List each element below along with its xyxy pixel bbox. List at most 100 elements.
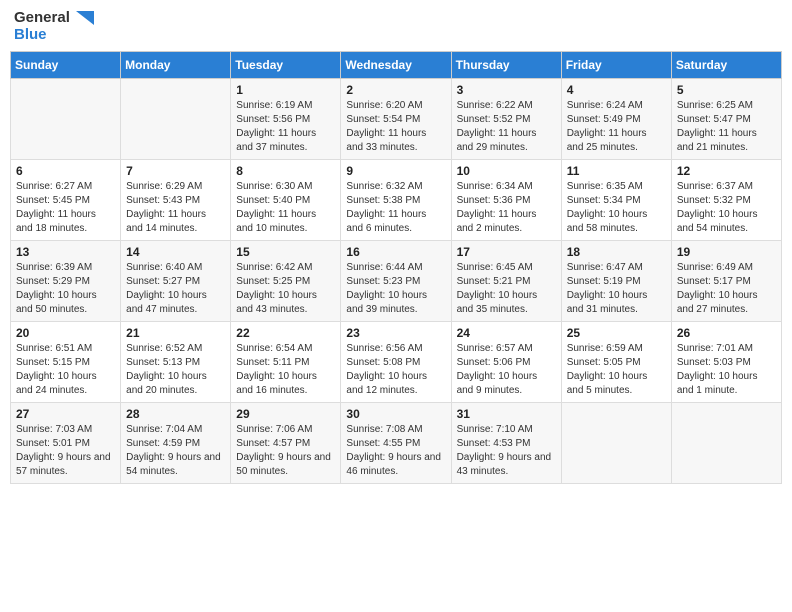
logo-text: General Blue: [14, 10, 94, 43]
day-info: Sunrise: 6:42 AM Sunset: 5:25 PM Dayligh…: [236, 261, 335, 317]
calendar-row: 13 Sunrise: 6:39 AM Sunset: 5:29 PM Dayli…: [11, 241, 782, 322]
day-info: Sunrise: 7:10 AM Sunset: 4:53 PM Dayligh…: [457, 423, 556, 479]
calendar-cell: 6 Sunrise: 6:27 AM Sunset: 5:45 PM Daylig…: [11, 160, 121, 241]
day-info: Sunrise: 6:32 AM Sunset: 5:38 PM Dayligh…: [346, 180, 445, 236]
calendar-cell: 1Sunrise: 6:19 AM Sunset: 5:56 PM Daylig…: [231, 79, 341, 160]
weekday-header-cell: Friday: [561, 52, 671, 79]
day-number: 2: [346, 83, 445, 97]
calendar-cell: 15 Sunrise: 6:42 AM Sunset: 5:25 PM Dayli…: [231, 241, 341, 322]
day-info: Sunrise: 6:34 AM Sunset: 5:36 PM Dayligh…: [457, 180, 556, 236]
calendar-cell: 2 Sunrise: 6:20 AM Sunset: 5:54 PM Daylig…: [341, 79, 451, 160]
day-number: 29: [236, 407, 335, 421]
day-info: Sunrise: 6:40 AM Sunset: 5:27 PM Dayligh…: [126, 261, 225, 317]
calendar-cell: 8 Sunrise: 6:30 AM Sunset: 5:40 PM Daylig…: [231, 160, 341, 241]
day-number: 31: [457, 407, 556, 421]
day-number: 25: [567, 326, 666, 340]
day-info: Sunrise: 6:22 AM Sunset: 5:52 PM Dayligh…: [457, 99, 556, 155]
day-number: 3: [457, 83, 556, 97]
day-info: Sunrise: 6:45 AM Sunset: 5:21 PM Dayligh…: [457, 261, 556, 317]
calendar-cell: 14 Sunrise: 6:40 AM Sunset: 5:27 PM Dayli…: [121, 241, 231, 322]
calendar-cell: 11 Sunrise: 6:35 AM Sunset: 5:34 PM Dayli…: [561, 160, 671, 241]
calendar-cell: 26 Sunrise: 7:01 AM Sunset: 5:03 PM Dayli…: [671, 322, 781, 403]
calendar-cell: [121, 79, 231, 160]
calendar-cell: 30 Sunrise: 7:08 AM Sunset: 4:55 PM Dayli…: [341, 403, 451, 484]
day-number: 21: [126, 326, 225, 340]
day-info: Sunrise: 6:54 AM Sunset: 5:11 PM Dayligh…: [236, 342, 335, 398]
weekday-header-cell: Sunday: [11, 52, 121, 79]
day-info: Sunrise: 7:06 AM Sunset: 4:57 PM Dayligh…: [236, 423, 335, 479]
day-info: Sunrise: 6:20 AM Sunset: 5:54 PM Dayligh…: [346, 99, 445, 155]
calendar-row: 20 Sunrise: 6:51 AM Sunset: 5:15 PM Dayli…: [11, 322, 782, 403]
calendar-row: 6 Sunrise: 6:27 AM Sunset: 5:45 PM Daylig…: [11, 160, 782, 241]
day-number: 12: [677, 164, 776, 178]
calendar-cell: 3 Sunrise: 6:22 AM Sunset: 5:52 PM Daylig…: [451, 79, 561, 160]
weekday-header-row: SundayMondayTuesdayWednesdayThursdayFrid…: [11, 52, 782, 79]
day-info: Sunrise: 6:59 AM Sunset: 5:05 PM Dayligh…: [567, 342, 666, 398]
calendar-cell: 24Sunrise: 6:57 AM Sunset: 5:06 PM Dayli…: [451, 322, 561, 403]
weekday-header-cell: Wednesday: [341, 52, 451, 79]
day-info: Sunrise: 6:35 AM Sunset: 5:34 PM Dayligh…: [567, 180, 666, 236]
calendar-cell: 17 Sunrise: 6:45 AM Sunset: 5:21 PM Dayli…: [451, 241, 561, 322]
calendar-body: 1Sunrise: 6:19 AM Sunset: 5:56 PM Daylig…: [11, 79, 782, 484]
calendar-cell: 18Sunrise: 6:47 AM Sunset: 5:19 PM Dayli…: [561, 241, 671, 322]
day-info: Sunrise: 6:44 AM Sunset: 5:23 PM Dayligh…: [346, 261, 445, 317]
calendar-row: 27 Sunrise: 7:03 AM Sunset: 5:01 PM Dayli…: [11, 403, 782, 484]
calendar-cell: [561, 403, 671, 484]
calendar-cell: 16Sunrise: 6:44 AM Sunset: 5:23 PM Dayli…: [341, 241, 451, 322]
page-header: General Blue: [10, 10, 782, 43]
logo: General Blue: [14, 10, 94, 43]
logo-arrow-icon: [76, 11, 94, 25]
calendar-cell: 7Sunrise: 6:29 AM Sunset: 5:43 PM Daylig…: [121, 160, 231, 241]
day-number: 7: [126, 164, 225, 178]
day-info: Sunrise: 6:37 AM Sunset: 5:32 PM Dayligh…: [677, 180, 776, 236]
day-info: Sunrise: 7:01 AM Sunset: 5:03 PM Dayligh…: [677, 342, 776, 398]
day-number: 27: [16, 407, 115, 421]
calendar-table: SundayMondayTuesdayWednesdayThursdayFrid…: [10, 51, 782, 484]
day-number: 20: [16, 326, 115, 340]
calendar-cell: 22 Sunrise: 6:54 AM Sunset: 5:11 PM Dayli…: [231, 322, 341, 403]
day-number: 15: [236, 245, 335, 259]
calendar-cell: 4Sunrise: 6:24 AM Sunset: 5:49 PM Daylig…: [561, 79, 671, 160]
calendar-cell: 29 Sunrise: 7:06 AM Sunset: 4:57 PM Dayli…: [231, 403, 341, 484]
day-info: Sunrise: 7:08 AM Sunset: 4:55 PM Dayligh…: [346, 423, 445, 479]
logo-general: General: [14, 10, 94, 27]
day-info: Sunrise: 7:03 AM Sunset: 5:01 PM Dayligh…: [16, 423, 115, 479]
day-info: Sunrise: 6:25 AM Sunset: 5:47 PM Dayligh…: [677, 99, 776, 155]
day-number: 26: [677, 326, 776, 340]
day-info: Sunrise: 6:24 AM Sunset: 5:49 PM Dayligh…: [567, 99, 666, 155]
calendar-cell: 9 Sunrise: 6:32 AM Sunset: 5:38 PM Daylig…: [341, 160, 451, 241]
calendar-cell: 23 Sunrise: 6:56 AM Sunset: 5:08 PM Dayli…: [341, 322, 451, 403]
calendar-cell: 13 Sunrise: 6:39 AM Sunset: 5:29 PM Dayli…: [11, 241, 121, 322]
day-number: 30: [346, 407, 445, 421]
day-info: Sunrise: 6:30 AM Sunset: 5:40 PM Dayligh…: [236, 180, 335, 236]
day-number: 11: [567, 164, 666, 178]
calendar-cell: 20 Sunrise: 6:51 AM Sunset: 5:15 PM Dayli…: [11, 322, 121, 403]
day-info: Sunrise: 6:51 AM Sunset: 5:15 PM Dayligh…: [16, 342, 115, 398]
calendar-cell: 27 Sunrise: 7:03 AM Sunset: 5:01 PM Dayli…: [11, 403, 121, 484]
calendar-cell: 21 Sunrise: 6:52 AM Sunset: 5:13 PM Dayli…: [121, 322, 231, 403]
day-number: 28: [126, 407, 225, 421]
day-info: Sunrise: 6:49 AM Sunset: 5:17 PM Dayligh…: [677, 261, 776, 317]
day-number: 14: [126, 245, 225, 259]
day-number: 13: [16, 245, 115, 259]
day-info: Sunrise: 6:39 AM Sunset: 5:29 PM Dayligh…: [16, 261, 115, 317]
day-number: 9: [346, 164, 445, 178]
day-info: Sunrise: 6:52 AM Sunset: 5:13 PM Dayligh…: [126, 342, 225, 398]
logo-blue: Blue: [14, 27, 94, 44]
weekday-header-cell: Thursday: [451, 52, 561, 79]
calendar-cell: [11, 79, 121, 160]
day-info: Sunrise: 7:04 AM Sunset: 4:59 PM Dayligh…: [126, 423, 225, 479]
calendar-cell: 12 Sunrise: 6:37 AM Sunset: 5:32 PM Dayli…: [671, 160, 781, 241]
day-number: 8: [236, 164, 335, 178]
day-number: 6: [16, 164, 115, 178]
day-info: Sunrise: 6:47 AM Sunset: 5:19 PM Dayligh…: [567, 261, 666, 317]
calendar-cell: 31 Sunrise: 7:10 AM Sunset: 4:53 PM Dayli…: [451, 403, 561, 484]
day-number: 19: [677, 245, 776, 259]
day-number: 23: [346, 326, 445, 340]
day-number: 24: [457, 326, 556, 340]
day-info: Sunrise: 6:27 AM Sunset: 5:45 PM Dayligh…: [16, 180, 115, 236]
day-number: 22: [236, 326, 335, 340]
day-info: Sunrise: 6:56 AM Sunset: 5:08 PM Dayligh…: [346, 342, 445, 398]
day-number: 1: [236, 83, 335, 97]
day-number: 17: [457, 245, 556, 259]
